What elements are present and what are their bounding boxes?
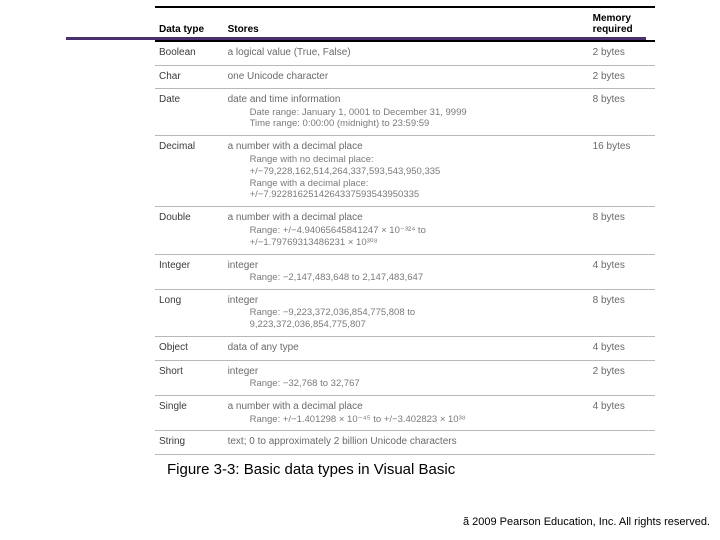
stores-detail: Time range: 0:00:00 (midnight) to 23:59:…: [228, 118, 585, 130]
stores-detail: Date range: January 1, 0001 to December …: [228, 107, 585, 119]
cell-stores: a number with a decimal place Range: +/−…: [224, 396, 589, 431]
stores-main: integer: [228, 366, 259, 377]
cell-memory: [589, 431, 655, 455]
cell-stores: date and time information Date range: Ja…: [224, 89, 589, 136]
stores-main: a number with a decimal place: [228, 212, 363, 223]
cell-memory: 4 bytes: [589, 254, 655, 289]
col-memory-l1: Memory: [593, 13, 631, 24]
cell-type: Decimal: [155, 136, 224, 207]
col-stores: Stores: [224, 8, 589, 41]
table-row: Date date and time information Date rang…: [155, 89, 655, 136]
data-types-table-wrap: Data type Stores Memory required Boolean…: [155, 6, 655, 455]
cell-memory: 8 bytes: [589, 289, 655, 336]
cell-type: Single: [155, 396, 224, 431]
stores-detail: Range: −9,223,372,036,854,775,808 to: [228, 307, 585, 319]
stores-detail: +/−79,228,162,514,264,337,593,543,950,33…: [228, 166, 585, 178]
cell-type: Short: [155, 360, 224, 395]
cell-stores: integer Range: −32,768 to 32,767: [224, 360, 589, 395]
cell-stores: text; 0 to approximately 2 billion Unico…: [224, 431, 589, 455]
cell-memory: 2 bytes: [589, 65, 655, 89]
stores-detail: Range: −32,768 to 32,767: [228, 378, 585, 390]
cell-memory: 8 bytes: [589, 207, 655, 254]
table-row: Boolean a logical value (True, False) 2 …: [155, 41, 655, 65]
cell-memory: 2 bytes: [589, 360, 655, 395]
stores-main: a number with a decimal place: [228, 401, 363, 412]
stores-detail: +/−1.79769313486231 × 10³⁰⁸: [228, 237, 585, 249]
cell-memory: 4 bytes: [589, 337, 655, 361]
cell-stores: integer Range: −2,147,483,648 to 2,147,4…: [224, 254, 589, 289]
table-row: Double a number with a decimal place Ran…: [155, 207, 655, 254]
col-data-type: Data type: [155, 8, 224, 41]
cell-stores: data of any type: [224, 337, 589, 361]
stores-detail: Range: +/−1.401298 × 10⁻⁴⁵ to +/−3.40282…: [228, 414, 585, 426]
page: Data type Stores Memory required Boolean…: [0, 0, 720, 540]
stores-detail: Range: −2,147,483,648 to 2,147,483,647: [228, 272, 585, 284]
cell-type: Integer: [155, 254, 224, 289]
cell-type: Date: [155, 89, 224, 136]
stores-main: date and time information: [228, 94, 341, 105]
stores-detail: Range: +/−4.94065645841247 × 10⁻³²⁴ to: [228, 225, 585, 237]
cell-stores: integer Range: −9,223,372,036,854,775,80…: [224, 289, 589, 336]
stores-detail: Range with no decimal place:: [228, 154, 585, 166]
table-row: Integer integer Range: −2,147,483,648 to…: [155, 254, 655, 289]
cell-memory: 8 bytes: [589, 89, 655, 136]
cell-memory: 16 bytes: [589, 136, 655, 207]
cell-type: Char: [155, 65, 224, 89]
cell-type: Boolean: [155, 41, 224, 65]
figure-caption: Figure 3-3: Basic data types in Visual B…: [167, 461, 455, 478]
cell-memory: 4 bytes: [589, 396, 655, 431]
table-row: Short integer Range: −32,768 to 32,767 2…: [155, 360, 655, 395]
copyright-text: 2009 Pearson Education, Inc. All rights …: [469, 516, 710, 528]
cell-type: Long: [155, 289, 224, 336]
stores-detail: 9,223,372,036,854,775,807: [228, 319, 585, 331]
cell-stores: one Unicode character: [224, 65, 589, 89]
stores-detail: Range with a decimal place:: [228, 178, 585, 190]
table-row: Long integer Range: −9,223,372,036,854,7…: [155, 289, 655, 336]
table-row: Decimal a number with a decimal place Ra…: [155, 136, 655, 207]
stores-main: a number with a decimal place: [228, 141, 363, 152]
col-memory-l2: required: [593, 24, 633, 35]
data-types-table: Data type Stores Memory required Boolean…: [155, 8, 655, 455]
copyright: ã 2009 Pearson Education, Inc. All right…: [463, 516, 710, 528]
table-row: Object data of any type 4 bytes: [155, 337, 655, 361]
cell-stores: a logical value (True, False): [224, 41, 589, 65]
cell-type: String: [155, 431, 224, 455]
table-header-row: Data type Stores Memory required: [155, 8, 655, 41]
cell-stores: a number with a decimal place Range: +/−…: [224, 207, 589, 254]
cell-type: Object: [155, 337, 224, 361]
table-row: Single a number with a decimal place Ran…: [155, 396, 655, 431]
stores-detail: +/−7.9228162514264337593543950335: [228, 189, 585, 201]
table-row: String text; 0 to approximately 2 billio…: [155, 431, 655, 455]
cell-type: Double: [155, 207, 224, 254]
cell-memory: 2 bytes: [589, 41, 655, 65]
cell-stores: a number with a decimal place Range with…: [224, 136, 589, 207]
stores-main: integer: [228, 295, 259, 306]
col-memory: Memory required: [589, 8, 655, 41]
table-row: Char one Unicode character 2 bytes: [155, 65, 655, 89]
stores-main: integer: [228, 260, 259, 271]
